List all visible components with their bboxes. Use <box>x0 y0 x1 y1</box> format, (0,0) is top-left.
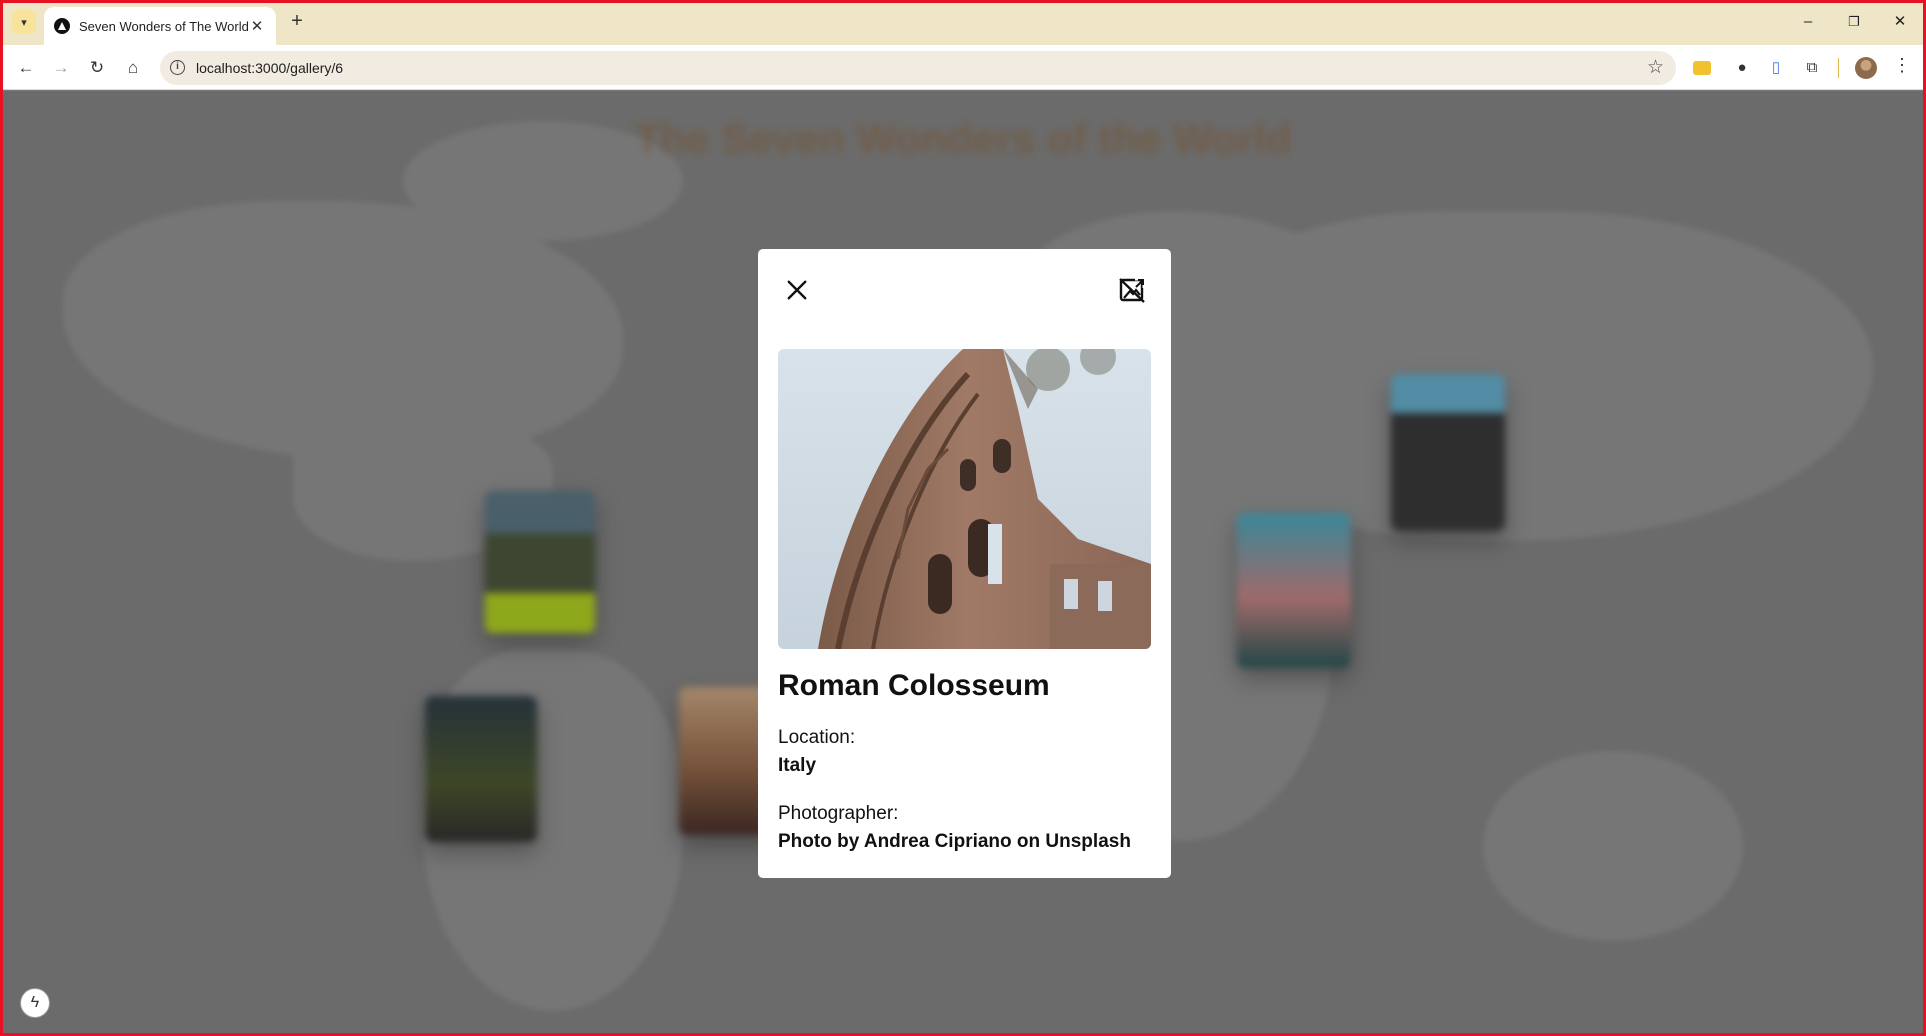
page-viewport: The Seven Wonders of the World ϟ Roman C… <box>3 91 1923 1033</box>
browser-tab[interactable]: Seven Wonders of The World ✕ <box>44 7 276 45</box>
extension-icon[interactable] <box>1693 61 1711 75</box>
home-icon[interactable]: ⌂ <box>120 55 146 81</box>
location-value: Italy <box>778 755 817 776</box>
profile-avatar[interactable] <box>1855 57 1877 79</box>
chevron-down-icon[interactable]: ▾ <box>12 10 36 34</box>
address-bar[interactable]: i localhost:3000/gallery/6 ☆ <box>160 51 1676 85</box>
extension-document-icon[interactable]: ▯ <box>1765 57 1787 79</box>
wonder-detail-modal: Roman Colosseum Location: Italy Photogra… <box>758 249 1171 878</box>
site-info-icon[interactable]: i <box>170 60 185 75</box>
toolbar-divider <box>1838 58 1839 78</box>
colosseum-image <box>778 349 1151 649</box>
extension-puzzle-user-icon[interactable]: ● <box>1731 57 1753 79</box>
forward-icon[interactable]: → <box>48 55 74 81</box>
restore-button[interactable]: ❐ <box>1839 10 1869 34</box>
photographer-value: Photo by Andrea Cipriano on Unsplash <box>778 831 1131 852</box>
favicon-icon <box>54 18 70 34</box>
photographer-label: Photographer: <box>778 803 899 824</box>
new-tab-button[interactable]: + <box>286 11 308 33</box>
more-menu-icon[interactable]: ⋮ <box>1892 55 1912 76</box>
tab-title: Seven Wonders of The World <box>79 18 248 34</box>
window-close-button[interactable]: ✕ <box>1885 10 1915 34</box>
back-icon[interactable]: ← <box>13 55 39 81</box>
browser-toolbar: ← → ↻ ⌂ i localhost:3000/gallery/6 ☆ ● ▯… <box>0 45 1926 90</box>
dev-tools-bolt-icon[interactable]: ϟ <box>20 988 50 1018</box>
close-icon[interactable] <box>780 273 814 307</box>
image-off-icon[interactable] <box>1115 273 1149 307</box>
minimize-button[interactable]: – <box>1793 10 1823 34</box>
wonder-photo <box>778 349 1151 649</box>
url-text[interactable]: localhost:3000/gallery/6 <box>196 60 343 76</box>
reload-icon[interactable]: ↻ <box>84 55 110 81</box>
location-label: Location: <box>778 727 856 748</box>
browser-tab-bar: ▾ Seven Wonders of The World ✕ + – ❐ ✕ <box>0 0 1926 45</box>
extensions-puzzle-icon[interactable]: ⧉ <box>1801 57 1823 79</box>
bookmark-star-icon[interactable]: ☆ <box>1647 56 1664 79</box>
tab-close-icon[interactable]: ✕ <box>248 17 266 35</box>
wonder-title: Roman Colosseum <box>778 669 1050 702</box>
